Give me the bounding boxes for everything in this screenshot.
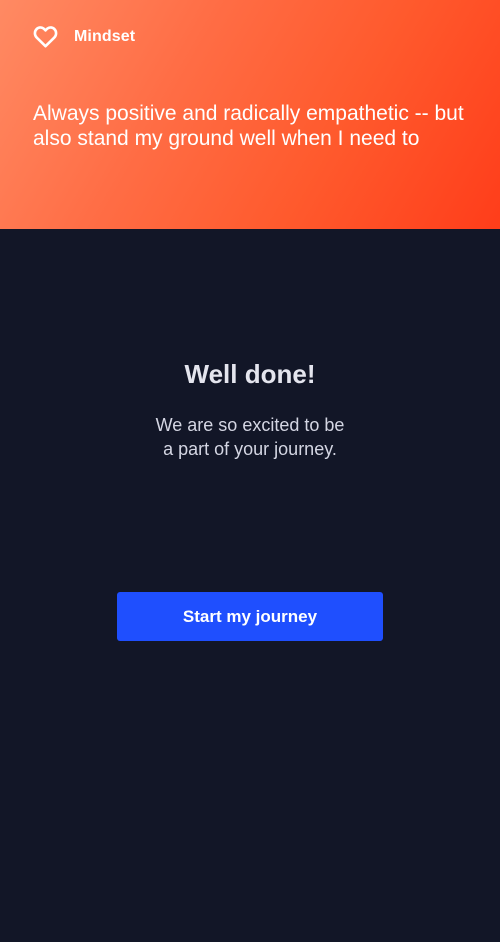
completion-panel: Well done! We are so excited to be a par… bbox=[0, 229, 500, 942]
mindset-quote: Always positive and radically empathetic… bbox=[33, 102, 464, 150]
subtitle-line-2: a part of your journey. bbox=[163, 439, 337, 459]
app-screen: Mindset Always positive and radically em… bbox=[0, 0, 500, 942]
brand: Mindset bbox=[33, 26, 135, 48]
brand-name: Mindset bbox=[74, 28, 136, 45]
page-title: Well done! bbox=[184, 359, 316, 389]
heart-icon bbox=[33, 26, 58, 48]
subtitle: We are so excited to be a part of your j… bbox=[100, 413, 400, 461]
hero-banner: Mindset Always positive and radically em… bbox=[0, 0, 500, 229]
start-journey-button[interactable]: Start my journey bbox=[117, 592, 383, 641]
subtitle-line-1: We are so excited to be bbox=[155, 415, 345, 435]
